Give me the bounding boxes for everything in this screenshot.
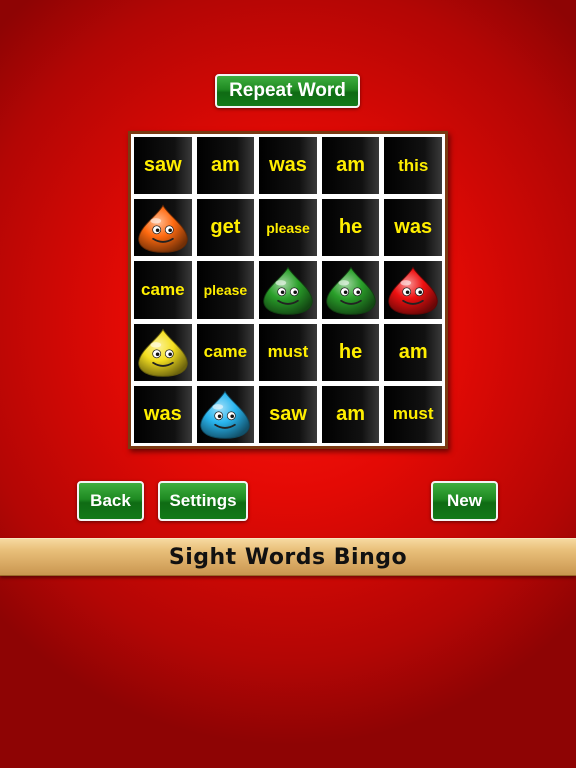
cell-word: please: [266, 219, 310, 236]
app-title: Sight Words Bingo: [168, 544, 408, 570]
bingo-cell[interactable]: was: [384, 199, 442, 257]
back-button[interactable]: Back: [77, 481, 144, 521]
bingo-cell[interactable]: came: [134, 261, 192, 319]
cell-word: must: [392, 404, 434, 424]
bingo-cell[interactable]: must: [384, 385, 442, 443]
cell-word: this: [398, 155, 429, 175]
green-blob-marker-icon: [325, 266, 376, 315]
bingo-cell-marked[interactable]: [321, 261, 380, 319]
cell-word: am: [398, 340, 428, 363]
bingo-board: saw am was am this get please he was cam…: [128, 131, 448, 449]
bingo-cell[interactable]: he: [321, 199, 380, 257]
cell-word: was: [143, 402, 182, 425]
new-game-button[interactable]: New: [431, 481, 498, 521]
cell-word: was: [394, 216, 433, 239]
cell-word: he: [338, 216, 363, 239]
cell-word: was: [269, 154, 307, 177]
cell-word: must: [267, 342, 309, 362]
bingo-cell[interactable]: this: [384, 137, 442, 195]
bingo-cell-marked[interactable]: [134, 323, 192, 381]
cell-word: please: [203, 281, 248, 298]
bingo-cell[interactable]: am: [321, 385, 380, 443]
cell-word: am: [336, 154, 366, 177]
red-blob-marker-icon: [388, 266, 438, 315]
cell-word: saw: [269, 402, 307, 425]
bingo-grid: saw am was am this get please he was cam…: [134, 137, 442, 443]
bingo-cell-marked[interactable]: [259, 261, 317, 319]
settings-button[interactable]: Settings: [158, 481, 248, 521]
orange-blob-marker-icon: [138, 204, 188, 253]
repeat-word-button[interactable]: Repeat Word: [215, 74, 360, 108]
cell-word: get: [210, 216, 241, 239]
bingo-cell[interactable]: was: [134, 385, 192, 443]
bingo-cell[interactable]: am: [384, 323, 442, 381]
cell-word: came: [203, 342, 248, 362]
blue-blob-marker-icon: [200, 390, 251, 440]
bingo-cell[interactable]: saw: [259, 385, 317, 443]
cell-word: he: [338, 340, 363, 363]
bingo-cell[interactable]: am: [196, 137, 255, 195]
bingo-cell[interactable]: am: [321, 137, 380, 195]
bingo-cell-marked[interactable]: [384, 261, 442, 319]
bingo-cell-marked[interactable]: [196, 385, 255, 443]
bingo-cell-marked[interactable]: [134, 199, 192, 257]
cell-word: came: [141, 279, 185, 299]
yellow-blob-marker-icon: [138, 328, 188, 377]
bingo-cell[interactable]: get: [196, 199, 255, 257]
green-blob-marker-icon: [263, 266, 313, 315]
cell-word: saw: [143, 154, 182, 177]
bingo-cell[interactable]: was: [259, 137, 317, 195]
bingo-cell[interactable]: came: [196, 323, 255, 381]
title-banner: Sight Words Bingo: [0, 538, 576, 576]
bingo-cell[interactable]: he: [321, 323, 380, 381]
bingo-cell[interactable]: please: [196, 261, 255, 319]
bingo-cell[interactable]: please: [259, 199, 317, 257]
cell-word: am: [336, 402, 366, 425]
bingo-cell[interactable]: must: [259, 323, 317, 381]
bingo-cell[interactable]: saw: [134, 137, 192, 195]
cell-word: am: [210, 154, 240, 177]
